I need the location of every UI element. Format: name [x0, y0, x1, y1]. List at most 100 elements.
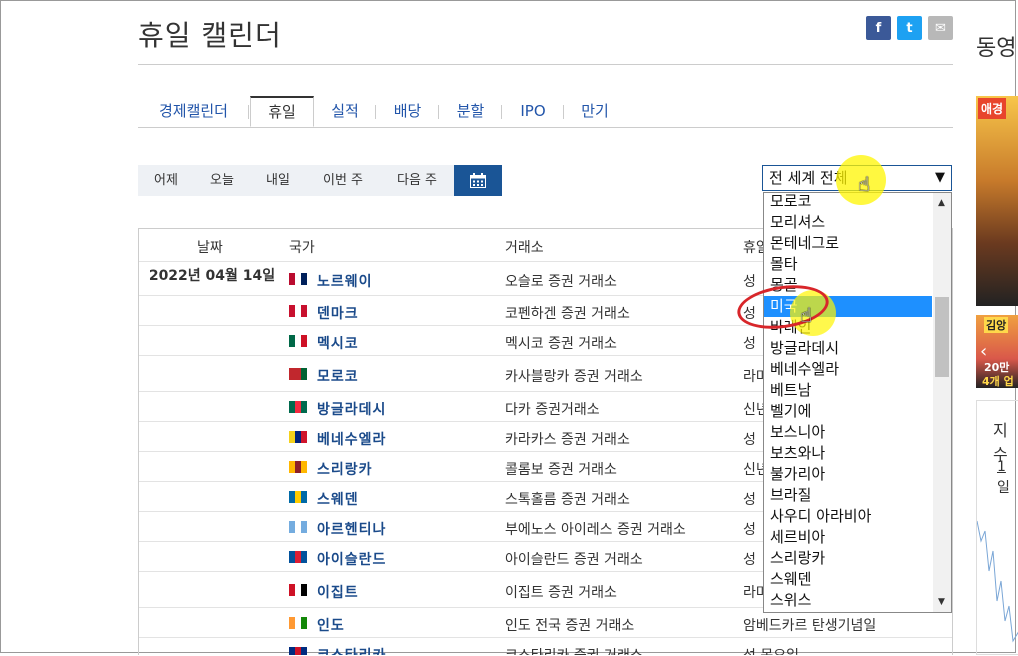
dropdown-option[interactable]: 벨기에 — [764, 401, 932, 422]
period-day-label: 일 — [997, 480, 1010, 496]
exchange-name: 인도 전국 증권 거래소 — [505, 617, 635, 634]
country-link[interactable]: 코스타리카 — [317, 645, 386, 656]
flag-icon — [289, 401, 307, 413]
ad-banner-2[interactable]: 김앙 ‹ 20만 4개 업 — [976, 315, 1018, 388]
header-country: 국가 — [289, 240, 315, 256]
exchange-name: 카라카스 증권 거래소 — [505, 431, 630, 448]
dropdown-option[interactable]: 사우디 아라비아 — [764, 506, 932, 527]
holiday-name: 암베드카르 탄생기념일 — [743, 617, 877, 634]
mail-icon[interactable]: ✉ — [928, 16, 953, 40]
dropdown-option[interactable]: 모리셔스 — [764, 212, 932, 233]
scroll-up-icon[interactable]: ▲ — [938, 198, 945, 208]
tomorrow-button[interactable]: 내일 — [250, 165, 306, 196]
flag-icon — [289, 617, 307, 629]
flag-icon — [289, 305, 307, 317]
dropdown-option[interactable]: 베트남 — [764, 380, 932, 401]
country-link[interactable]: 이집트 — [317, 582, 359, 602]
hand-cursor-icon: ☝ — [858, 172, 871, 196]
table-row: 코스타리카 코스타리카 증권 거래소 성 목요일 — [139, 637, 952, 656]
scrollbar-thumb[interactable] — [935, 297, 949, 377]
flag-icon — [289, 521, 307, 533]
exchange-name: 부에노스 아이레스 증권 거래소 — [505, 521, 686, 538]
country-link[interactable]: 노르웨이 — [317, 271, 373, 291]
dropdown-option[interactable]: 보스니아 — [764, 422, 932, 443]
date-filter-bar: 어제 오늘 내일 이번 주 다음 주 — [138, 165, 502, 196]
dropdown-scrollbar[interactable]: ▲ ▼ — [933, 193, 951, 612]
flag-icon — [289, 461, 307, 473]
dropdown-option[interactable]: 스위스 — [764, 590, 932, 611]
country-link[interactable]: 베네수엘라 — [317, 429, 386, 449]
exchange-name: 아이슬란드 증권 거래소 — [505, 551, 643, 568]
yesterday-button[interactable]: 어제 — [138, 165, 194, 196]
tab-expiration[interactable]: 만기 — [564, 97, 626, 126]
dropdown-option[interactable]: 스웨덴 — [764, 569, 932, 590]
dropdown-option[interactable]: 몬테네그로 — [764, 233, 932, 254]
twitter-icon[interactable]: t — [897, 16, 922, 40]
country-link[interactable]: 방글라데시 — [317, 399, 386, 419]
exchange-name: 다카 증권거래소 — [505, 401, 600, 418]
holiday-name: 성 — [743, 521, 756, 538]
dropdown-option[interactable]: 세르비아 — [764, 527, 932, 548]
country-link[interactable]: 멕시코 — [317, 333, 359, 353]
flag-icon — [289, 431, 307, 443]
country-link[interactable]: 스웨덴 — [317, 489, 359, 509]
ad-banner-1[interactable] — [976, 96, 1018, 306]
right-panel-title: 동영 — [976, 36, 1017, 61]
flag-icon — [289, 368, 307, 380]
country-link[interactable]: 인도 — [317, 615, 345, 635]
ad2-text-1: 김앙 — [984, 317, 1009, 333]
holiday-name: 성 — [743, 491, 756, 508]
holiday-name: 성 — [743, 431, 756, 448]
holiday-name: 성 — [743, 335, 756, 352]
holiday-name: 성 — [743, 551, 756, 568]
today-button[interactable]: 오늘 — [194, 165, 250, 196]
this-week-button[interactable]: 이번 주 — [306, 165, 380, 196]
dropdown-option[interactable]: 보츠와나 — [764, 443, 932, 464]
tab-dividends[interactable]: 배당 — [376, 97, 439, 126]
exchange-name: 코스타리카 증권 거래소 — [505, 645, 643, 656]
header-exchange: 거래소 — [505, 240, 544, 256]
facebook-icon[interactable]: f — [866, 16, 891, 40]
dropdown-option[interactable]: 스리랑카 — [764, 548, 932, 569]
dropdown-option[interactable]: 방글라데시 — [764, 338, 932, 359]
country-dropdown-list[interactable]: 모로코 모리셔스 몬테네그로 몰타 몽골 미국 바레인 방글라데시 베네수엘라 베트남 벨기에 보스니… — [763, 192, 952, 613]
period-1-link[interactable]: 1 — [997, 459, 1006, 475]
calendar-tabs: 경제캘린더 휴일 실적 배당 분할 IPO 만기 — [138, 96, 953, 128]
flag-icon — [289, 647, 307, 655]
exchange-name: 콜롬보 증권 거래소 — [505, 461, 617, 478]
tab-holidays[interactable]: 휴일 — [250, 96, 314, 127]
holiday-name: 성 — [743, 273, 756, 290]
next-week-button[interactable]: 다음 주 — [380, 165, 454, 196]
tab-ipo[interactable]: IPO — [502, 97, 564, 126]
calendar-button[interactable] — [454, 165, 502, 196]
exchange-name: 스톡홀름 증권 거래소 — [505, 491, 630, 508]
chevron-down-icon: ▼ — [935, 170, 945, 185]
dropdown-option[interactable]: 베네수엘라 — [764, 359, 932, 380]
exchange-name: 코펜하겐 증권 거래소 — [505, 305, 630, 322]
hand-cursor-icon: ☝ — [800, 303, 813, 327]
holiday-name: 성 목요일 — [743, 645, 799, 656]
scroll-down-icon[interactable]: ▼ — [938, 597, 945, 607]
flag-icon — [289, 335, 307, 347]
ad2-text-3: 4개 업 — [982, 375, 1014, 388]
dropdown-option[interactable]: 몰타 — [764, 254, 932, 275]
tab-economic-calendar[interactable]: 경제캘린더 — [138, 97, 249, 126]
row-date: 2022년 04월 14일 — [148, 268, 276, 284]
country-link[interactable]: 모로코 — [317, 366, 359, 386]
dropdown-option[interactable]: 불가리아 — [764, 464, 932, 485]
exchange-name: 오슬로 증권 거래소 — [505, 273, 617, 290]
exchange-name: 이집트 증권 거래소 — [505, 584, 617, 601]
country-link[interactable]: 덴마크 — [317, 303, 359, 323]
index-widget: 지수 1 일 — [976, 400, 1018, 655]
flag-icon — [289, 273, 307, 285]
dropdown-option[interactable]: 브라질 — [764, 485, 932, 506]
flag-icon — [289, 491, 307, 503]
share-buttons: f t ✉ — [866, 16, 953, 40]
country-link[interactable]: 스리랑카 — [317, 459, 373, 479]
tab-earnings[interactable]: 실적 — [314, 97, 376, 126]
calendar-icon — [470, 173, 486, 188]
country-link[interactable]: 아르헨티나 — [317, 519, 386, 539]
tab-splits[interactable]: 분할 — [439, 97, 502, 126]
country-link[interactable]: 아이슬란드 — [317, 549, 386, 569]
mini-chart — [977, 520, 1018, 643]
